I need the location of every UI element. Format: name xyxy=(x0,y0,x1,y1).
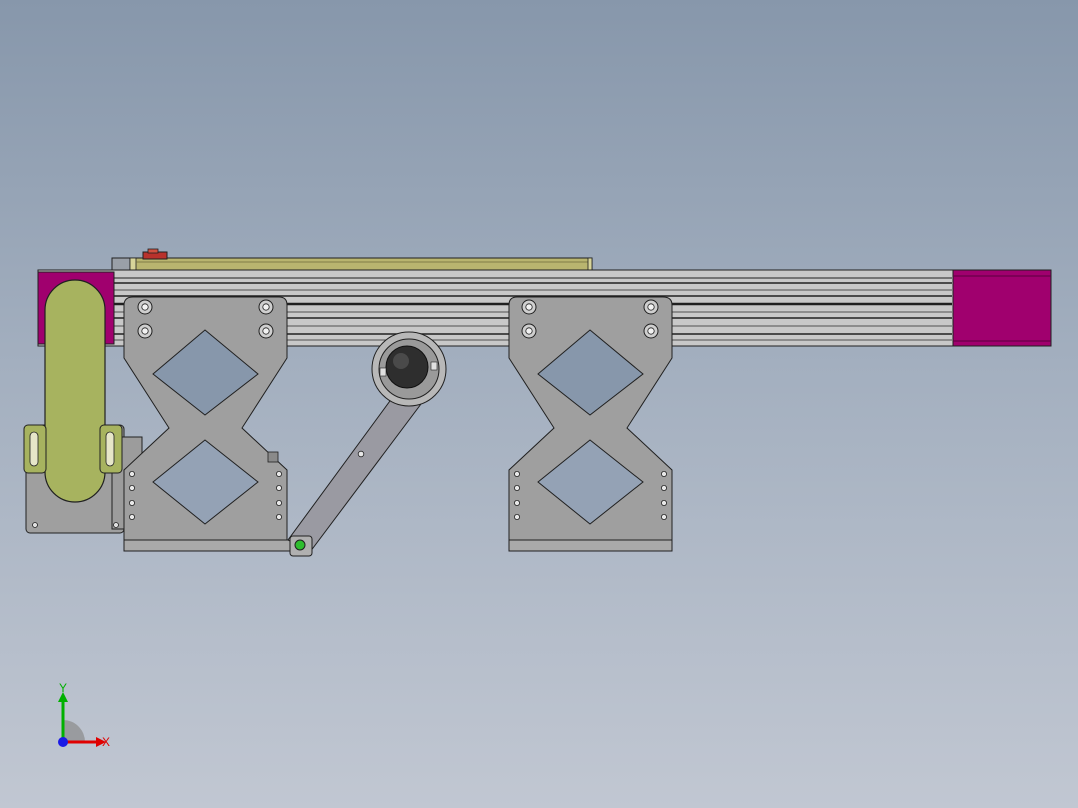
roller-pulley[interactable] xyxy=(371,331,447,407)
right-scissor-plate[interactable] xyxy=(508,296,673,552)
x-axis-label: X xyxy=(102,735,110,749)
right-end-block[interactable] xyxy=(952,269,1052,347)
top-cover-plate[interactable] xyxy=(111,257,593,272)
link-arm[interactable] xyxy=(287,389,425,557)
axis-triad: Y X xyxy=(40,680,130,765)
z-axis-dot xyxy=(58,737,68,747)
left-scissor-plate[interactable] xyxy=(123,296,292,552)
cad-model-view[interactable] xyxy=(0,0,1078,808)
red-knob[interactable] xyxy=(142,248,168,260)
y-axis-label: Y xyxy=(59,681,67,695)
graphics-viewport[interactable]: Y X xyxy=(0,0,1078,808)
